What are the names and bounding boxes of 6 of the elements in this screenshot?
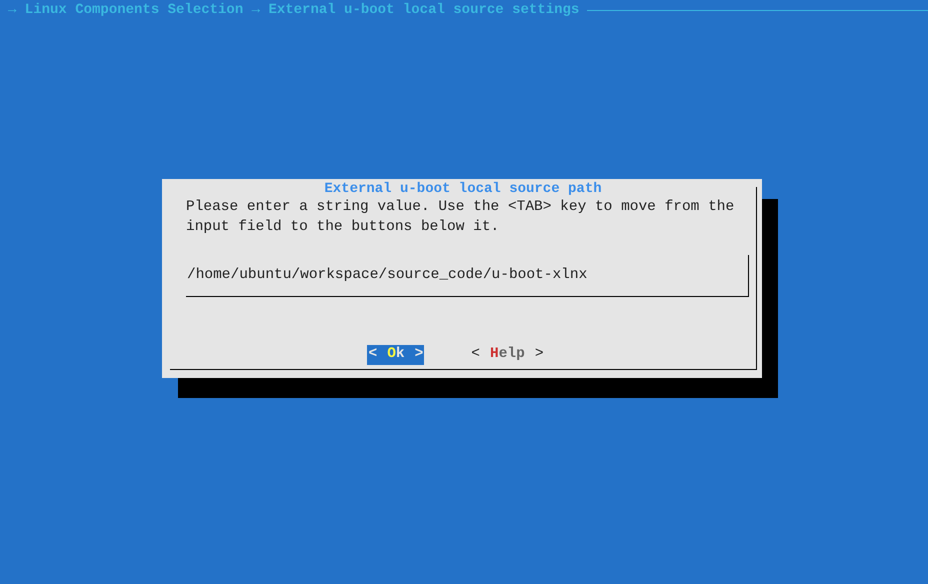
- dialog-message: Please enter a string value. Use the <TAB> key to move from the input field to the buttons below it.: [185, 198, 736, 237]
- input-field[interactable]: /home/ubuntu/workspace/source_code/u-boot-xlnx: [186, 255, 749, 297]
- dialog-button[interactable]: < Help >: [470, 345, 545, 365]
- breadcrumb: → Linux Components Selection → External u-boot local source settings: [8, 1, 580, 20]
- dialog-button[interactable]: < Ok >: [367, 345, 424, 365]
- dialog-title: External u-boot local source path: [324, 183, 602, 195]
